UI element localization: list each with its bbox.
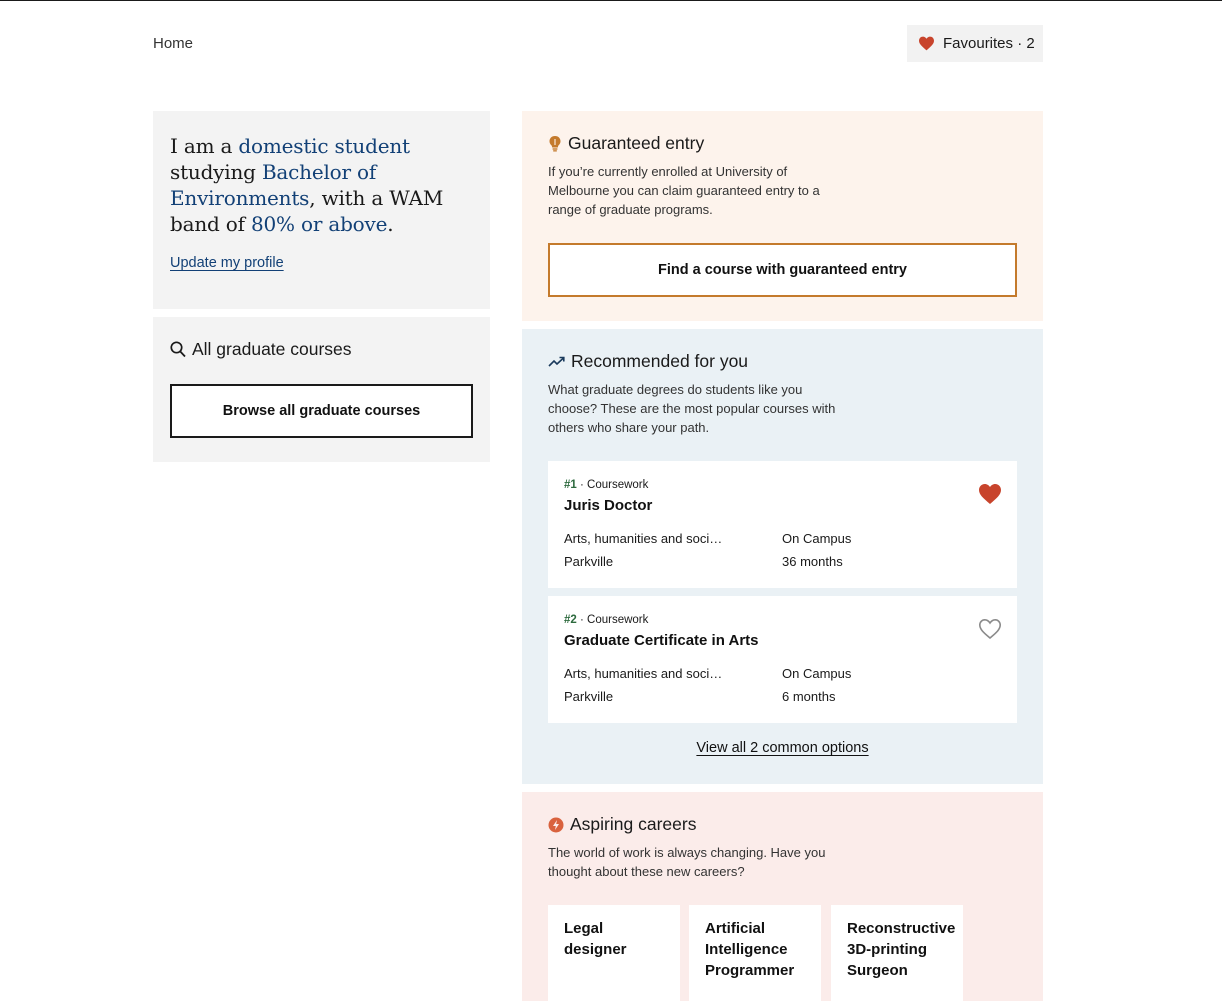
find-guaranteed-course-button[interactable]: Find a course with guaranteed entry xyxy=(548,243,1017,297)
guaranteed-entry-card: Guaranteed entry If you’re currently enr… xyxy=(522,111,1043,321)
course-title[interactable]: Graduate Certificate in Arts xyxy=(564,632,1001,649)
trending-up-icon xyxy=(548,356,565,367)
view-all-options-link[interactable]: View all 2 common options xyxy=(696,740,868,756)
recommended-description: What graduate degrees do students like y… xyxy=(548,382,836,435)
course-mode: On Campus xyxy=(782,666,852,681)
course-meta: #1 · Coursework xyxy=(564,479,1001,491)
student-type[interactable]: domestic student xyxy=(238,134,410,158)
course-meta: #2 · Coursework xyxy=(564,614,1001,626)
career-tile[interactable]: Reconstructive 3D-printing Surgeon xyxy=(831,905,963,1001)
course-duration: 36 months xyxy=(782,554,843,569)
browse-all-courses-button[interactable]: Browse all graduate courses xyxy=(170,384,473,438)
browse-heading: All graduate courses xyxy=(192,339,352,359)
favourite-heart-icon[interactable] xyxy=(978,483,1002,505)
course-campus: Parkville xyxy=(564,554,614,569)
browse-heading-row: All graduate courses xyxy=(170,339,473,360)
course-rank: #1 xyxy=(564,479,577,491)
course-rank: #2 xyxy=(564,614,577,626)
recommended-heading-row: Recommended for you xyxy=(548,351,1017,372)
favourites-button[interactable]: Favourites · 2 xyxy=(907,25,1043,62)
guaranteed-heading-row: Guaranteed entry xyxy=(548,133,1017,154)
course-title[interactable]: Juris Doctor xyxy=(564,497,1001,514)
update-profile-link[interactable]: Update my profile xyxy=(170,255,284,271)
heart-icon xyxy=(919,36,934,51)
profile-summary: I am a domestic student studying Bachelo… xyxy=(170,133,473,237)
wam-band[interactable]: 80% or above xyxy=(251,212,387,236)
studying-label: studying xyxy=(170,160,256,184)
view-all-row: View all 2 common options xyxy=(522,740,1043,756)
careers-heading: Aspiring careers xyxy=(570,814,697,834)
recommended-card: Recommended for you What graduate degree… xyxy=(522,329,1043,784)
lightbulb-icon xyxy=(549,136,561,152)
home-link[interactable]: Home xyxy=(153,35,193,52)
aspiring-careers-card: Aspiring careers The world of work is al… xyxy=(522,792,1043,1001)
course-card-2[interactable]: #2 · Coursework Graduate Certificate in … xyxy=(548,596,1017,723)
course-mode: On Campus xyxy=(782,531,852,546)
browse-courses-card: All graduate courses Browse all graduate… xyxy=(153,317,490,462)
guaranteed-heading: Guaranteed entry xyxy=(568,133,705,153)
course-study-area: Arts, humanities and social sciences xyxy=(564,666,724,681)
course-study-area: Arts, humanities and social sciences xyxy=(564,531,724,546)
recommended-heading: Recommended for you xyxy=(571,351,749,371)
profile-period: . xyxy=(387,212,394,236)
profile-intro: I am a xyxy=(170,134,233,158)
guaranteed-description: If you’re currently enrolled at Universi… xyxy=(548,164,820,217)
profile-card: I am a domestic student studying Bachelo… xyxy=(153,111,490,309)
bolt-circle-icon xyxy=(548,817,564,832)
careers-heading-row: Aspiring careers xyxy=(548,814,1017,835)
careers-description: The world of work is always changing. Ha… xyxy=(548,845,826,879)
course-type: · Coursework xyxy=(576,614,649,626)
course-duration: 6 months xyxy=(782,689,836,704)
career-tile[interactable]: Artificial Intelligence Programmer xyxy=(689,905,821,1001)
career-tile[interactable]: Legal designer xyxy=(548,905,680,1001)
course-card-1[interactable]: #1 · Coursework Juris Doctor Arts, human… xyxy=(548,461,1017,588)
favourite-heart-outline-icon[interactable] xyxy=(978,618,1002,640)
top-bar: Home Favourites · 2 xyxy=(153,25,1043,63)
course-type: · Coursework xyxy=(576,479,649,491)
favourites-label: Favourites · 2 xyxy=(943,35,1035,52)
course-campus: Parkville xyxy=(564,689,614,704)
search-icon xyxy=(170,341,186,358)
